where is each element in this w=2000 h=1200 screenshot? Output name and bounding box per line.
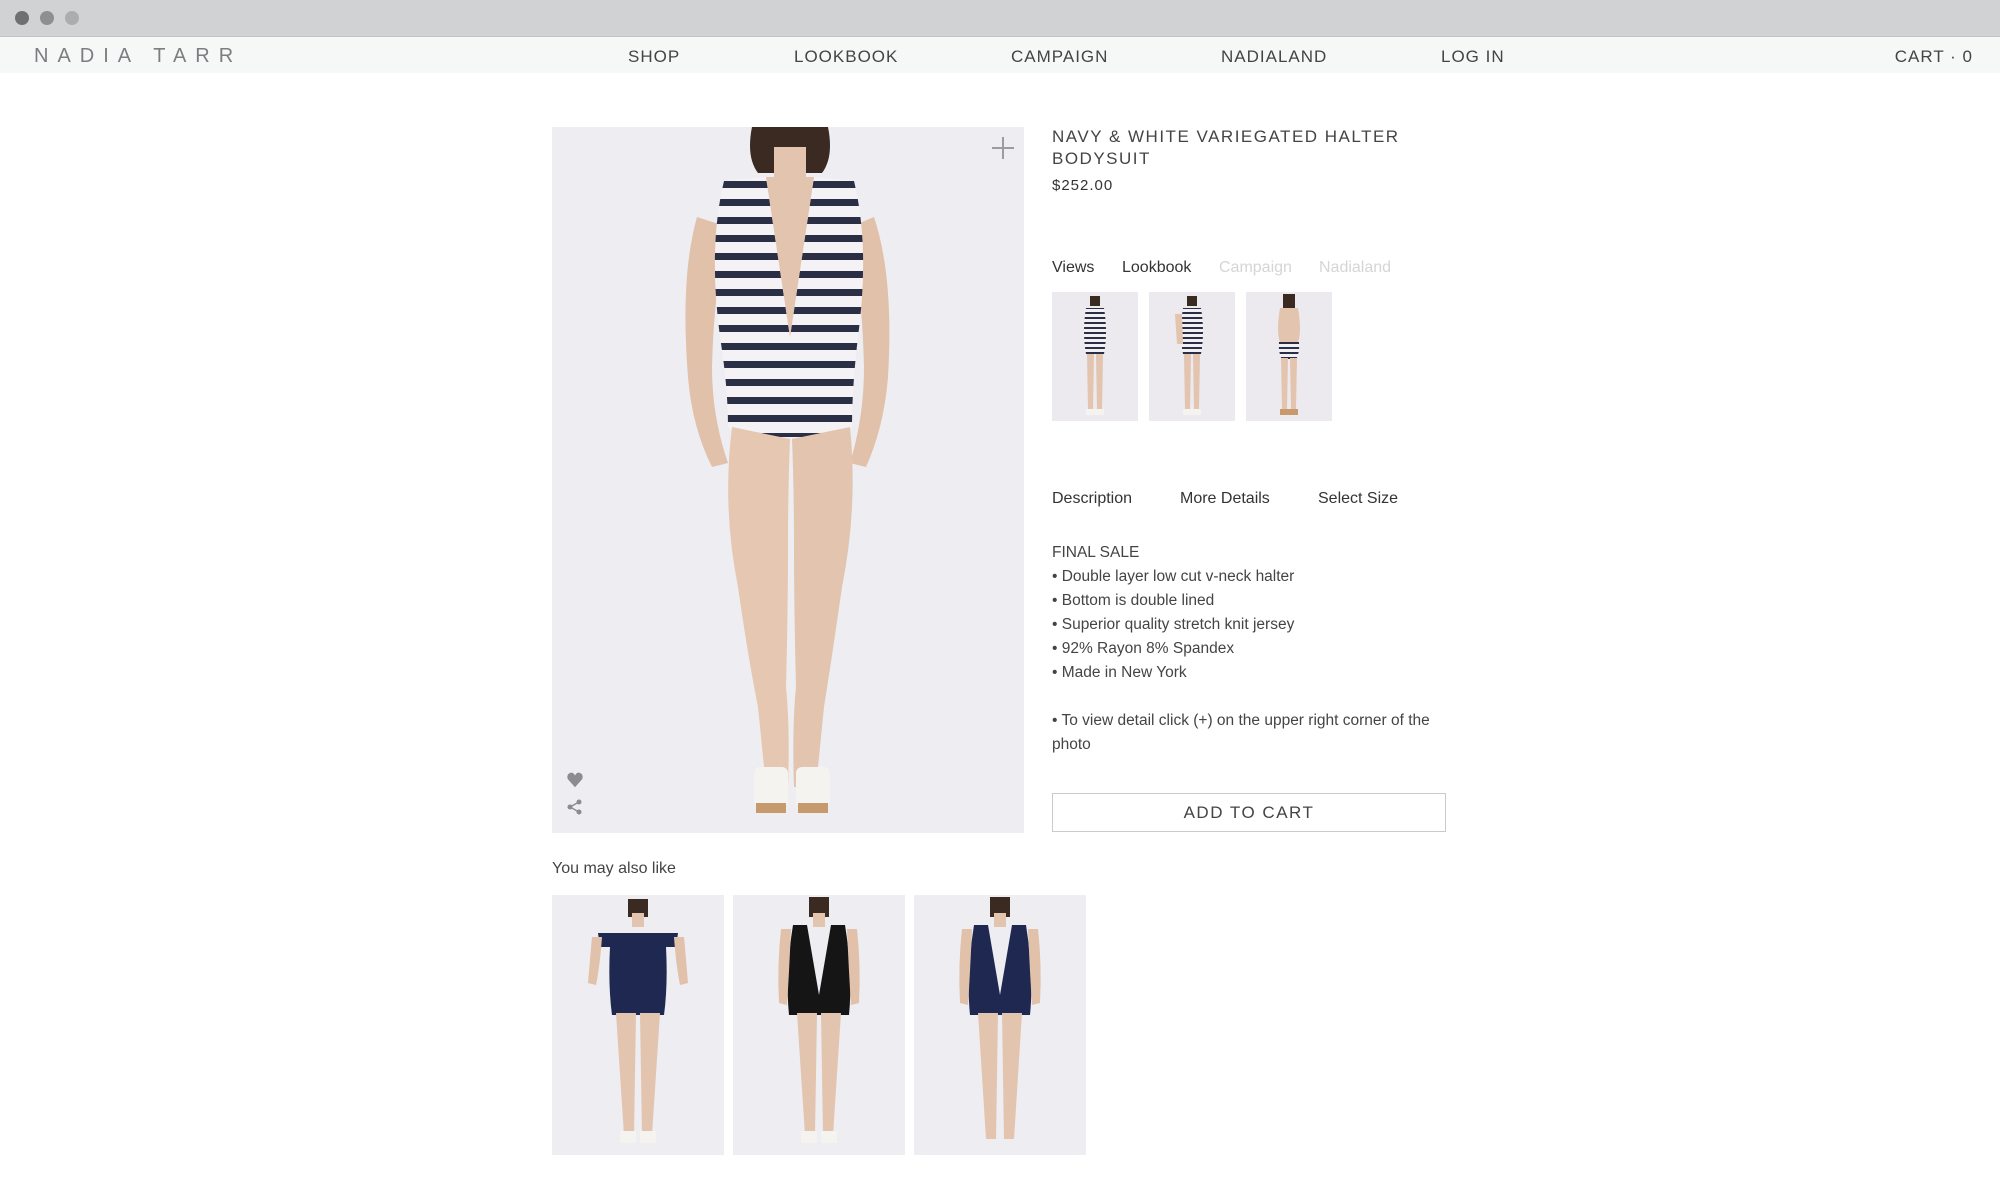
brand-logo[interactable]: NADIA TARR [34,45,242,68]
product-description: FINAL SALE • Double layer low cut v-neck… [1052,541,1452,757]
zoom-window-button[interactable] [65,11,79,25]
description-bullet: • Superior quality stretch knit jersey [1052,616,1295,633]
cart-link[interactable]: CART · 0 [1895,47,1973,67]
product-price: $252.00 [1052,177,1114,194]
tab-campaign[interactable]: Campaign [1219,259,1292,277]
product-main-image[interactable] [552,127,1024,833]
browser-titlebar [0,0,2000,37]
view-thumbnail-side[interactable] [1149,292,1235,421]
tab-description[interactable]: Description [1052,490,1132,508]
nav-shop[interactable]: SHOP [628,47,680,67]
recommendations-heading: You may also like [552,860,676,877]
description-bullet: • Bottom is double lined [1052,592,1215,609]
close-window-button[interactable] [15,11,29,25]
recommended-product-navy-halter[interactable] [914,895,1086,1155]
description-bullet: • Made in New York [1052,664,1187,681]
model-striped-bodysuit-illustration [685,127,890,813]
nav-lookbook[interactable]: LOOKBOOK [794,47,898,67]
product-title: NAVY & WHITE VARIEGATED HALTER BODYSUIT [1052,127,1400,168]
recommended-product-black-halter[interactable] [733,895,905,1155]
nav-login[interactable]: LOG IN [1441,47,1505,67]
nav-nadialand[interactable]: NADIALAND [1221,47,1327,67]
tab-nadialand[interactable]: Nadialand [1319,259,1391,277]
share-icon[interactable] [567,799,583,815]
tab-more-details[interactable]: More Details [1180,490,1270,508]
recommended-product-navy-off-shoulder[interactable] [552,895,724,1155]
view-thumbnail-back[interactable] [1246,292,1332,421]
site-navbar: NADIA TARR SHOP LOOKBOOK CAMPAIGN NADIAL… [0,37,2000,73]
tab-views[interactable]: Views [1052,259,1094,277]
nav-campaign[interactable]: CAMPAIGN [1011,47,1108,67]
tab-select-size[interactable]: Select Size [1318,490,1398,508]
zoom-instruction-note: • To view detail click (+) on the upper … [1052,712,1430,753]
final-sale-label: FINAL SALE [1052,544,1140,561]
tab-lookbook[interactable]: Lookbook [1122,259,1191,277]
minimize-window-button[interactable] [40,11,54,25]
description-bullet: • Double layer low cut v-neck halter [1052,568,1295,585]
zoom-plus-icon[interactable] [990,135,1016,161]
description-bullet: • 92% Rayon 8% Spandex [1052,640,1235,657]
add-to-cart-button[interactable]: ADD TO CART [1052,793,1446,832]
view-thumbnail-front[interactable] [1052,292,1138,421]
heart-icon[interactable] [566,771,584,789]
